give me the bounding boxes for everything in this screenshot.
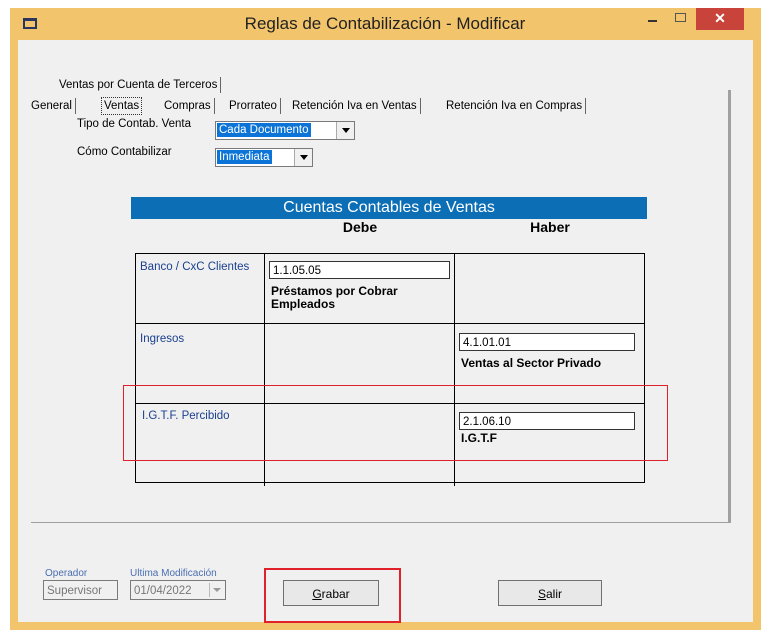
- table-border: [135, 482, 645, 483]
- app-icon: [23, 18, 37, 29]
- ultima-modificacion-field: 01/04/2022: [130, 580, 226, 600]
- tab-general[interactable]: General: [31, 98, 76, 114]
- banco-debe-input[interactable]: 1.1.05.05: [269, 261, 450, 279]
- table-title: Cuentas Contables de Ventas: [131, 197, 647, 219]
- ultima-modificacion-label: Ultima Modificación: [130, 568, 217, 579]
- operador-label: Operador: [45, 568, 88, 579]
- salir-button[interactable]: Salir: [498, 580, 602, 606]
- tab-ventas-terceros[interactable]: Ventas por Cuenta de Terceros: [59, 77, 222, 93]
- tab-prorrateo[interactable]: Prorrateo: [229, 98, 281, 114]
- highlight-igtf-row: [123, 385, 668, 461]
- minimize-icon[interactable]: [641, 8, 665, 30]
- tab-ventas[interactable]: Ventas: [101, 97, 143, 115]
- tab-panel-border: [728, 90, 731, 522]
- close-button[interactable]: ✕: [696, 8, 744, 30]
- operador-field: Supervisor: [43, 580, 118, 600]
- como-contabilizar-label: Cómo Contabilizar: [77, 146, 172, 158]
- tipo-contab-label: Tipo de Contab. Venta: [77, 118, 192, 130]
- como-contabilizar-value: Inmediata: [217, 150, 272, 164]
- table-border: [135, 253, 645, 254]
- table-border: [135, 323, 645, 324]
- col-haber-header: Haber: [530, 219, 570, 235]
- tab-retencion-ventas[interactable]: Retención Iva en Ventas: [292, 98, 421, 114]
- tipo-contab-select[interactable]: Cada Documento: [215, 121, 355, 140]
- ingresos-haber-desc: Ventas al Sector Privado: [461, 356, 602, 370]
- ingresos-haber-input[interactable]: 4.1.01.01: [459, 333, 635, 351]
- title-bar[interactable]: Reglas de Contabilización - Modificar ✕: [10, 8, 761, 40]
- dropdown-arrow-icon[interactable]: [294, 149, 312, 166]
- tab-compras[interactable]: Compras: [164, 98, 215, 114]
- banco-debe-desc: Préstamos por Cobrar Empleados: [271, 284, 398, 311]
- window-title: Reglas de Contabilización - Modificar: [244, 14, 526, 33]
- dropdown-arrow-icon: [209, 583, 224, 597]
- row-label-ingresos: Ingresos: [140, 333, 185, 345]
- dropdown-arrow-icon[interactable]: [336, 122, 354, 139]
- como-contabilizar-select[interactable]: Inmediata: [215, 148, 313, 167]
- tipo-contab-value: Cada Documento: [217, 123, 311, 137]
- col-debe-header: Debe: [342, 219, 378, 235]
- tab-panel-border: [31, 522, 731, 523]
- highlight-grabar-button: [264, 568, 401, 623]
- row-label-banco: Banco / CxC Clientes: [140, 261, 250, 273]
- maximize-icon[interactable]: [667, 8, 693, 30]
- ultima-modificacion-value: 01/04/2022: [134, 585, 192, 597]
- close-icon: ✕: [714, 10, 726, 26]
- tab-retencion-compras[interactable]: Retención Iva en Compras: [446, 98, 587, 114]
